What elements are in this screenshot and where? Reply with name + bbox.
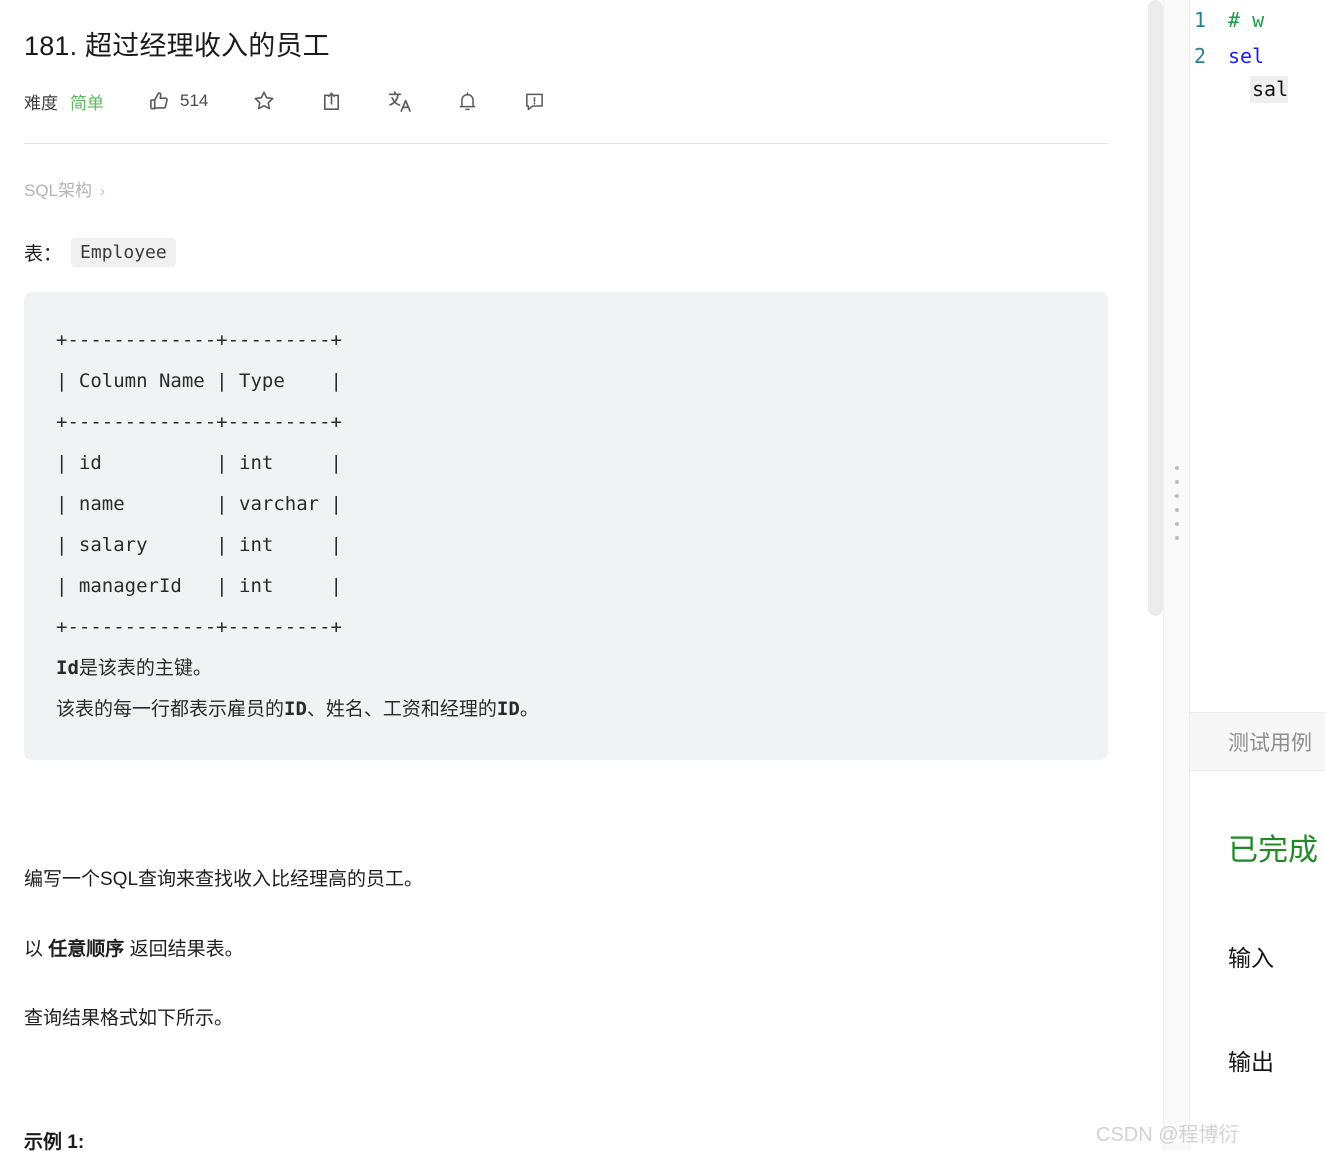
code-token-keyword: sel <box>1228 44 1265 68</box>
input-label: 输入 <box>1228 945 1274 971</box>
header-divider <box>24 143 1108 145</box>
submission-verdict: 已完成 <box>1228 834 1318 867</box>
grip-dot <box>1174 522 1179 526</box>
difficulty-label: 难度 <box>24 93 58 113</box>
pk-text: 是该表的主键。 <box>78 657 212 680</box>
console-panel: 测试用例 已完成 输入 输出 预期结果 <box>1190 712 1325 1151</box>
console-tabbar: 测试用例 <box>1190 713 1325 771</box>
para2-suffix: 返回结果表。 <box>124 938 244 960</box>
expected-result-label: 预期结果 <box>1190 1147 1325 1151</box>
tab-testcase[interactable]: 测试用例 <box>1228 727 1312 757</box>
row-note-a: 该表的每一行都表示雇员的 <box>56 698 285 721</box>
code-line-1[interactable]: 1 # w <box>1190 2 1325 38</box>
description-paragraph-3: 查询结果格式如下所示。 <box>24 1008 234 1030</box>
description-paragraph-2: 以 任意顺序 返回结果表。 <box>24 934 1068 966</box>
code-line-2[interactable]: 2 sel <box>1190 38 1325 74</box>
like-count: 514 <box>180 91 209 111</box>
report-icon <box>523 90 546 113</box>
example-heading: 示例 1: <box>24 1132 85 1151</box>
description-scrollbar-thumb[interactable] <box>1148 0 1163 616</box>
table-label: 表： <box>24 244 63 266</box>
grip-dot <box>1174 466 1179 470</box>
grip-dot <box>1174 480 1179 484</box>
resizer-grip-dots <box>1164 466 1189 540</box>
pane-resizer-handle[interactable] <box>1163 0 1190 1151</box>
share-icon <box>320 90 343 113</box>
grip-dot <box>1174 494 1179 498</box>
row-note-c: 。 <box>519 698 539 721</box>
thumbs-up-icon <box>148 90 171 113</box>
chevron-right-icon: › <box>100 183 106 201</box>
report-button[interactable] <box>523 90 546 113</box>
table-name-chip: Employee <box>71 238 176 268</box>
row-note-b: 、姓名、工资和经理的 <box>306 698 497 721</box>
schema-note-row-meaning: 该表的每一行都表示雇员的ID、姓名、工资和经理的ID。 <box>56 689 1076 730</box>
output-label: 输出 <box>1228 1049 1274 1075</box>
difficulty-value: 简单 <box>70 93 104 113</box>
editor-pane: 1 # w 2 sel sal 测试用例 已完成 输入 输出 预期结果 <box>1190 0 1325 1151</box>
star-icon <box>252 89 276 113</box>
description-content: 181. 超过经理收入的员工 难度 简单 514 SQL架构 › 表： Empl… <box>0 0 1108 1151</box>
code-token-comment: # w <box>1228 8 1265 32</box>
row-note-code1: ID <box>284 698 307 721</box>
para2-prefix: 以 <box>24 938 49 960</box>
grip-dot <box>1174 508 1179 512</box>
line-number: 1 <box>1193 8 1206 32</box>
schema-code-block: +-------------+---------+ | Column Name … <box>24 292 1108 761</box>
description-paragraph-1: 编写一个SQL查询来查找收入比经理高的员工。 <box>24 869 424 891</box>
table-name-row: 表： Employee <box>24 238 1068 268</box>
autocomplete-suggestion[interactable]: sal <box>1250 76 1289 103</box>
sql-schema-label: SQL架构 <box>24 181 93 201</box>
code-editor[interactable]: 1 # w 2 sel sal <box>1190 0 1325 700</box>
grip-dot <box>1174 536 1179 540</box>
pk-code: Id <box>56 657 79 680</box>
schema-ascii-table: +-------------+---------+ | Column Name … <box>56 329 342 639</box>
translate-button[interactable] <box>387 89 412 114</box>
sql-schema-toggle[interactable]: SQL架构 › <box>24 176 105 201</box>
page-title: 181. 超过经理收入的员工 <box>24 31 330 61</box>
favorite-button[interactable] <box>252 89 276 113</box>
problem-meta-row: 难度 简单 514 <box>24 84 1068 118</box>
para2-emphasis: 任意顺序 <box>48 938 125 960</box>
problem-description-pane: 181. 超过经理收入的员工 难度 简单 514 SQL架构 › 表： Empl… <box>0 0 1148 1151</box>
share-button[interactable] <box>320 90 343 113</box>
problem-workspace: 181. 超过经理收入的员工 难度 简单 514 SQL架构 › 表： Empl… <box>0 0 1325 1151</box>
bell-icon <box>456 90 479 113</box>
like-button[interactable]: 514 <box>148 90 208 113</box>
line-number: 2 <box>1193 44 1206 68</box>
notification-button[interactable] <box>456 90 479 113</box>
translate-icon <box>387 89 412 114</box>
schema-note-primary-key: Id是该表的主键。 <box>56 648 1076 689</box>
row-note-code2: ID <box>496 698 520 721</box>
